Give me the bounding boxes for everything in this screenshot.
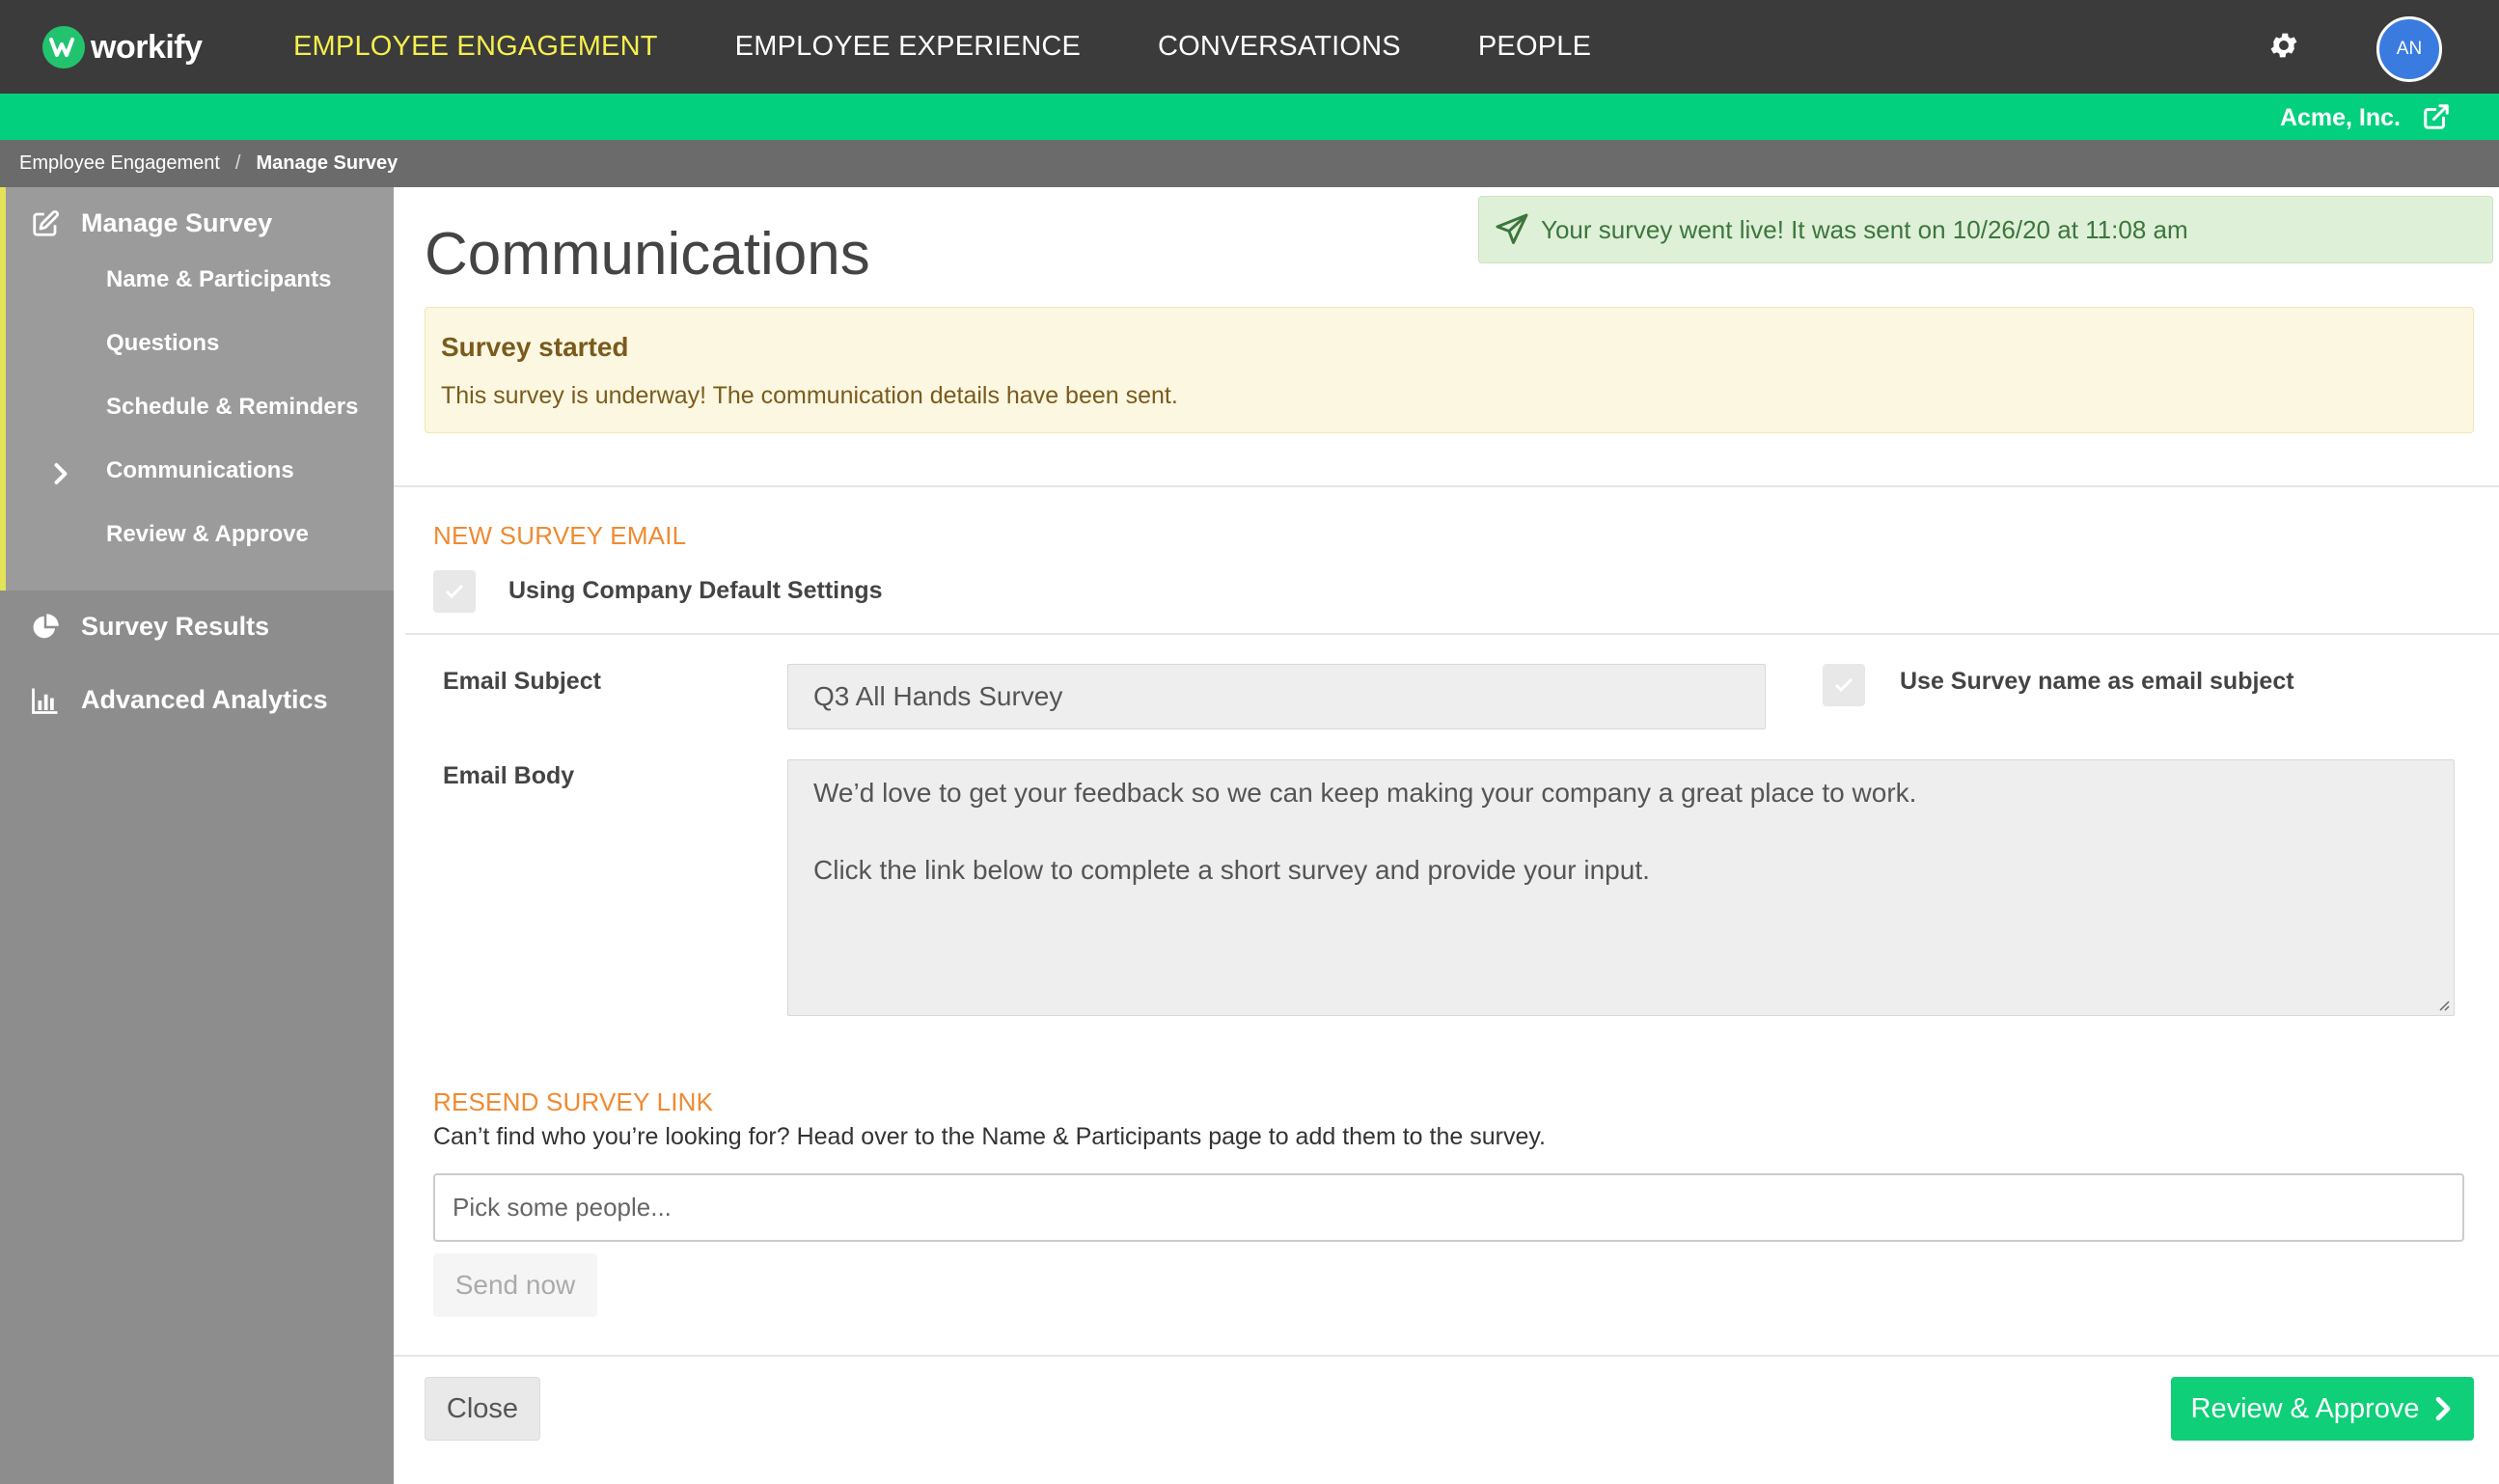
company-bar	[0, 94, 2499, 140]
user-avatar[interactable]: AN	[2376, 16, 2442, 82]
company-name[interactable]: Acme, Inc.	[2280, 104, 2401, 132]
external-link-icon[interactable]	[2422, 102, 2451, 131]
chevron-right-icon	[2436, 1396, 2451, 1421]
use-survey-name-checkbox[interactable]	[1823, 664, 1865, 706]
check-icon	[445, 584, 464, 599]
resize-handle-icon[interactable]	[2434, 996, 2450, 1011]
edit-icon	[33, 209, 60, 236]
sidebar-manage-label: Manage Survey	[81, 208, 273, 237]
sidebar: Manage Survey Name & Participants Questi…	[0, 187, 394, 1484]
resend-survey-link-heading: RESEND SURVEY LINK	[433, 1087, 714, 1116]
nav-employee-engagement[interactable]: EMPLOYEE ENGAGEMENT	[293, 31, 658, 63]
sidebar-item-name-participants[interactable]: Name & Participants	[106, 266, 331, 293]
notice-title: Survey started	[441, 332, 629, 362]
email-subject-field[interactable]: Q3 All Hands Survey	[787, 664, 1766, 729]
sidebar-item-questions[interactable]: Questions	[106, 330, 219, 357]
gear-icon[interactable]	[2267, 29, 2300, 62]
divider	[394, 1355, 2499, 1357]
breadcrumb-current: Manage Survey	[256, 152, 398, 174]
divider	[394, 485, 2499, 487]
review-approve-label: Review & Approve	[2190, 1392, 2420, 1424]
breadcrumb-separator: /	[234, 152, 241, 174]
email-body-textarea[interactable]: We’d love to get your feedback so we can…	[787, 759, 2455, 1016]
default-settings-label: Using Company Default Settings	[508, 577, 883, 604]
workify-logo-icon	[42, 26, 85, 69]
sidebar-analytics-label: Advanced Analytics	[81, 685, 328, 714]
sidebar-results-label: Survey Results	[81, 612, 270, 641]
main-nav: EMPLOYEE ENGAGEMENT EMPLOYEE EXPERIENCE …	[293, 0, 1668, 94]
chevron-right-icon	[54, 463, 68, 484]
resend-description: Can’t find who you’re looking for? Head …	[433, 1123, 1546, 1150]
breadcrumb-root[interactable]: Employee Engagement	[19, 152, 220, 175]
close-button[interactable]: Close	[425, 1377, 540, 1441]
nav-people[interactable]: PEOPLE	[1478, 31, 1591, 63]
survey-live-alert: Your survey went live! It was sent on 10…	[1478, 196, 2493, 263]
workify-logo[interactable]: workify	[42, 26, 203, 69]
send-now-button[interactable]: Send now	[433, 1253, 597, 1317]
survey-live-text: Your survey went live! It was sent on 10…	[1541, 214, 2188, 244]
sidebar-item-survey-results[interactable]: Survey Results	[31, 612, 269, 642]
breadcrumb: Employee Engagement / Manage Survey	[0, 140, 2499, 187]
pick-people-input[interactable]: Pick some people...	[433, 1173, 2464, 1242]
review-approve-button[interactable]: Review & Approve	[2171, 1377, 2474, 1441]
nav-employee-experience[interactable]: EMPLOYEE EXPERIENCE	[735, 31, 1081, 63]
email-body-line: Click the link below to complete a short…	[813, 855, 1650, 885]
use-survey-name-label: Use Survey name as email subject	[1900, 668, 2294, 695]
new-survey-email-heading: NEW SURVEY EMAIL	[433, 521, 687, 550]
pie-chart-icon	[33, 613, 59, 638]
divider	[405, 633, 2499, 635]
page-title: Communications	[425, 221, 870, 288]
sidebar-item-advanced-analytics[interactable]: Advanced Analytics	[31, 685, 328, 715]
survey-started-notice: Survey started This survey is underway! …	[425, 307, 2474, 433]
email-body-label: Email Body	[443, 762, 575, 789]
notice-text: This survey is underway! The communicati…	[441, 382, 1178, 409]
check-icon	[1834, 677, 1854, 693]
email-body-line: We’d love to get your feedback so we can…	[813, 778, 1917, 808]
nav-conversations[interactable]: CONVERSATIONS	[1158, 31, 1401, 63]
top-navbar: workify EMPLOYEE ENGAGEMENT EMPLOYEE EXP…	[0, 0, 2499, 94]
paper-plane-icon	[1496, 213, 1528, 244]
sidebar-item-schedule-reminders[interactable]: Schedule & Reminders	[106, 394, 358, 421]
sidebar-item-manage-survey[interactable]: Manage Survey	[31, 208, 272, 238]
default-settings-checkbox[interactable]	[433, 570, 476, 613]
sidebar-item-review-approve[interactable]: Review & Approve	[106, 521, 309, 548]
email-subject-label: Email Subject	[443, 668, 601, 695]
sidebar-item-communications[interactable]: Communications	[106, 457, 294, 484]
bar-chart-icon	[32, 688, 58, 714]
sidebar-manage-group: Manage Survey Name & Participants Questi…	[0, 187, 394, 591]
logo-text: workify	[91, 28, 203, 66]
